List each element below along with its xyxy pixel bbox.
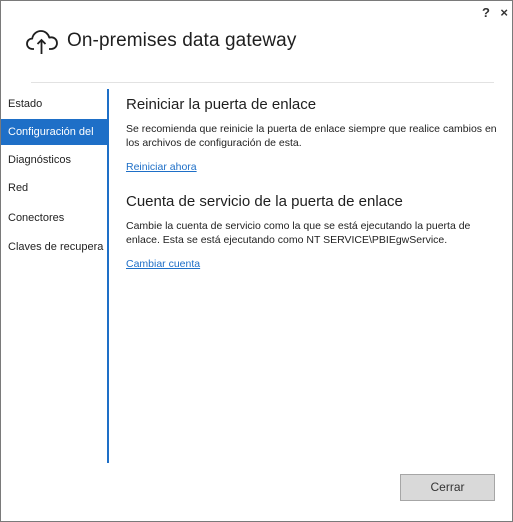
change-account-link[interactable]: Cambiar cuenta [126,258,200,270]
sidebar-divider [107,89,109,463]
restart-description: Se recomienda que reinicie la puerta de … [126,123,497,149]
sidebar-item-estado[interactable]: Estado [1,91,107,117]
cloud-upload-icon [26,30,58,54]
service-account-title: Cuenta de servicio de la puerta de enlac… [126,193,403,210]
sidebar-item-claves[interactable]: Claves de recupera [1,234,107,260]
header-divider [31,82,494,83]
window-header: On-premises data gateway [25,21,296,61]
close-button[interactable]: Cerrar [400,474,495,501]
sidebar-item-diagnosticos[interactable]: Diagnósticos [1,147,107,173]
close-window-button[interactable]: × [500,5,508,20]
service-account-description: Cambie la cuenta de servicio como la que… [126,220,471,246]
gateway-window: ? × On-premises data gateway Estado Conf… [0,0,513,522]
sidebar-item-red[interactable]: Red [1,175,107,201]
restart-now-link[interactable]: Reiniciar ahora [126,161,197,173]
sidebar-nav: Estado Configuración del Diagnósticos Re… [1,89,107,463]
restart-section: Reiniciar la puerta de enlace Se recomie… [126,96,498,175]
service-account-section: Cuenta de servicio de la puerta de enlac… [126,193,501,272]
help-button[interactable]: ? [482,5,490,20]
restart-title: Reiniciar la puerta de enlace [126,96,317,113]
sidebar-item-configuracion[interactable]: Configuración del [1,119,107,145]
window-title: On-premises data gateway [67,30,297,51]
sidebar-item-conectores[interactable]: Conectores [1,205,107,231]
